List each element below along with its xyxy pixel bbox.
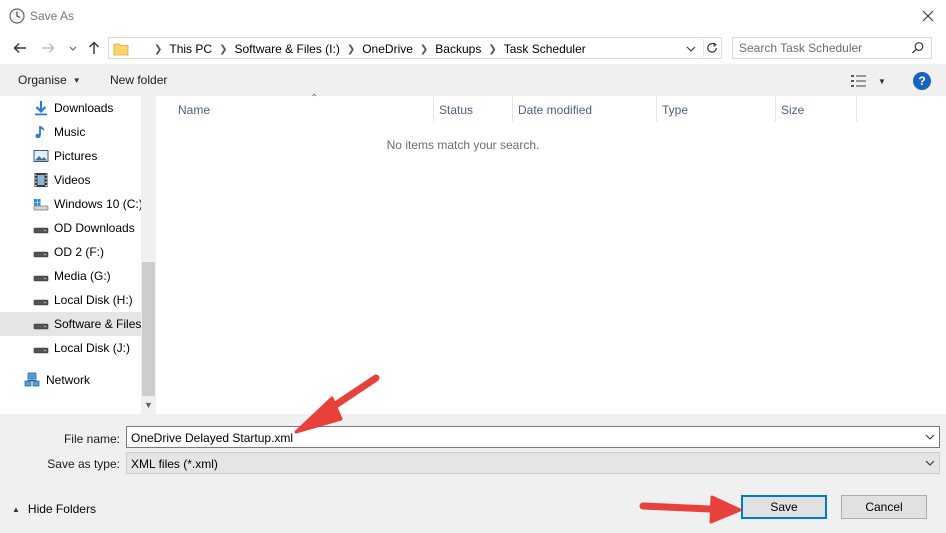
breadcrumb-separator-icon[interactable]: ❯ (219, 44, 227, 55)
pictures-icon (33, 150, 49, 162)
nav-item-videos[interactable]: Videos (0, 168, 141, 192)
hide-folders-toggle[interactable]: ▲ Hide Folders (12, 502, 96, 516)
breadcrumb-item-task-scheduler[interactable]: Task Scheduler (504, 42, 586, 56)
column-header-date-modified[interactable]: Date modified (512, 96, 657, 122)
nav-item-media-g[interactable]: Media (G:) (0, 264, 141, 288)
search-input[interactable] (739, 41, 907, 55)
file-name-label: File name: (63, 432, 120, 446)
nav-item-label: Videos (54, 173, 91, 187)
nav-item-label: Downloads (54, 101, 114, 115)
column-header-status[interactable]: Status (433, 96, 513, 122)
downloads-icon (35, 101, 47, 116)
save-type-label: Save as type: (47, 457, 120, 471)
breadcrumb-item-onedrive[interactable]: OneDrive (362, 42, 413, 56)
column-header-size[interactable]: Size (775, 96, 857, 122)
chevron-down-icon[interactable] (925, 459, 935, 467)
drive-icon (33, 251, 49, 258)
nav-item-label: Windows 10 (C:) (54, 197, 141, 211)
search-icon[interactable] (911, 41, 925, 55)
address-bar[interactable]: ❯ This PC ❯ Software & Files (I:) ❯ OneD… (108, 37, 722, 59)
save-type-value: XML files (*.xml) (131, 457, 218, 471)
breadcrumb-separator-icon[interactable]: ❯ (347, 44, 355, 55)
empty-results-message: No items match your search. (386, 138, 540, 152)
nav-item-od-downloads[interactable]: OD Downloads (0, 216, 141, 240)
breadcrumb-separator-icon[interactable]: ❯ (420, 44, 428, 55)
drive-icon (33, 347, 49, 354)
nav-item-label: OD 2 (F:) (54, 245, 104, 259)
search-box[interactable] (732, 37, 932, 59)
nav-item-windows-10-c[interactable]: Windows 10 (C:) (0, 192, 141, 216)
details-view-icon (851, 75, 866, 87)
nav-item-label: Local Disk (J:) (54, 341, 131, 355)
up-arrow-icon[interactable] (85, 39, 103, 57)
organise-label: Organise (18, 73, 67, 87)
nav-item-local-disk-j[interactable]: Local Disk (J:) (0, 336, 141, 360)
title-bar: Save As (0, 0, 946, 32)
save-type-select[interactable]: XML files (*.xml) (126, 452, 940, 474)
nav-item-software-files[interactable]: Software & Files (0, 312, 141, 336)
nav-item-local-disk-h[interactable]: Local Disk (H:) (0, 288, 141, 312)
sort-ascending-icon: ⌃ (310, 93, 319, 104)
command-toolbar: Organise ▼ New folder ▼ ? (0, 64, 946, 96)
address-history-chevron-icon[interactable] (683, 41, 699, 57)
nav-item-label: Pictures (54, 149, 98, 163)
back-arrow-icon[interactable] (11, 39, 29, 57)
column-header-name[interactable]: Name ⌃ (172, 93, 434, 122)
close-icon[interactable] (916, 4, 940, 28)
hide-folders-label: Hide Folders (27, 502, 96, 516)
column-header-type[interactable]: Type (656, 96, 776, 122)
file-list[interactable]: Name ⌃ Status Date modified Type Size No… (160, 93, 946, 414)
windows-drive-icon (33, 199, 49, 211)
new-folder-button[interactable]: New folder (110, 73, 167, 87)
drive-icon (33, 227, 49, 234)
column-label: Name (178, 103, 211, 117)
cancel-button[interactable]: Cancel (841, 495, 927, 519)
nav-item-network[interactable]: Network (0, 368, 141, 392)
breadcrumb-item-this-pc[interactable]: This PC (169, 42, 212, 56)
recent-locations-chevron-icon[interactable] (64, 39, 82, 57)
clock-icon (9, 8, 25, 24)
nav-item-music[interactable]: Music (0, 120, 141, 144)
drive-icon (33, 323, 49, 330)
music-icon (35, 126, 45, 139)
navigation-scrollbar[interactable]: ▼ (141, 96, 156, 414)
nav-item-label: Local Disk (H:) (54, 293, 133, 307)
chevron-down-icon[interactable] (925, 433, 935, 441)
help-button[interactable]: ? (913, 72, 931, 90)
scroll-down-icon[interactable]: ▼ (144, 400, 153, 410)
refresh-icon[interactable] (703, 39, 721, 57)
nav-item-label: OD Downloads (54, 221, 135, 235)
save-button[interactable]: Save (741, 495, 827, 519)
forward-arrow-icon[interactable] (39, 39, 57, 57)
nav-item-label: Software & Files (54, 317, 141, 331)
drive-icon (33, 299, 49, 306)
change-view-button[interactable]: ▼ (850, 73, 890, 89)
column-divider[interactable] (856, 96, 857, 122)
scrollbar-thumb[interactable] (142, 262, 155, 396)
window-title: Save As (30, 9, 75, 23)
network-icon (24, 372, 40, 387)
nav-item-pictures[interactable]: Pictures (0, 144, 141, 168)
navigation-pane: Downloads Music Pictures Videos Windows … (0, 96, 156, 414)
organise-menu-button[interactable]: Organise ▼ (18, 73, 81, 87)
breadcrumb-separator-icon[interactable]: ❯ (154, 44, 162, 55)
nav-item-label: Network (46, 373, 91, 387)
breadcrumb-item-software-files[interactable]: Software & Files (I:) (234, 42, 339, 56)
nav-item-od-2-f[interactable]: OD 2 (F:) (0, 240, 141, 264)
folder-icon (113, 43, 129, 56)
nav-item-label: Media (G:) (54, 269, 111, 283)
videos-icon (34, 173, 48, 187)
nav-item-downloads[interactable]: Downloads (0, 96, 141, 120)
nav-item-label: Music (54, 125, 86, 139)
file-name-field[interactable]: OneDrive Delayed Startup.xml (126, 426, 940, 448)
file-name-value[interactable]: OneDrive Delayed Startup.xml (131, 431, 293, 445)
caret-down-icon: ▼ (72, 75, 81, 85)
breadcrumb: ❯ This PC ❯ Software & Files (I:) ❯ OneD… (147, 42, 586, 56)
chevron-up-icon: ▲ (12, 504, 20, 514)
save-form: File name: OneDrive Delayed Startup.xml … (0, 414, 946, 533)
caret-down-icon[interactable]: ▼ (878, 77, 886, 86)
breadcrumb-item-backups[interactable]: Backups (435, 42, 481, 56)
breadcrumb-separator-icon[interactable]: ❯ (488, 44, 496, 55)
drive-icon (33, 275, 49, 282)
